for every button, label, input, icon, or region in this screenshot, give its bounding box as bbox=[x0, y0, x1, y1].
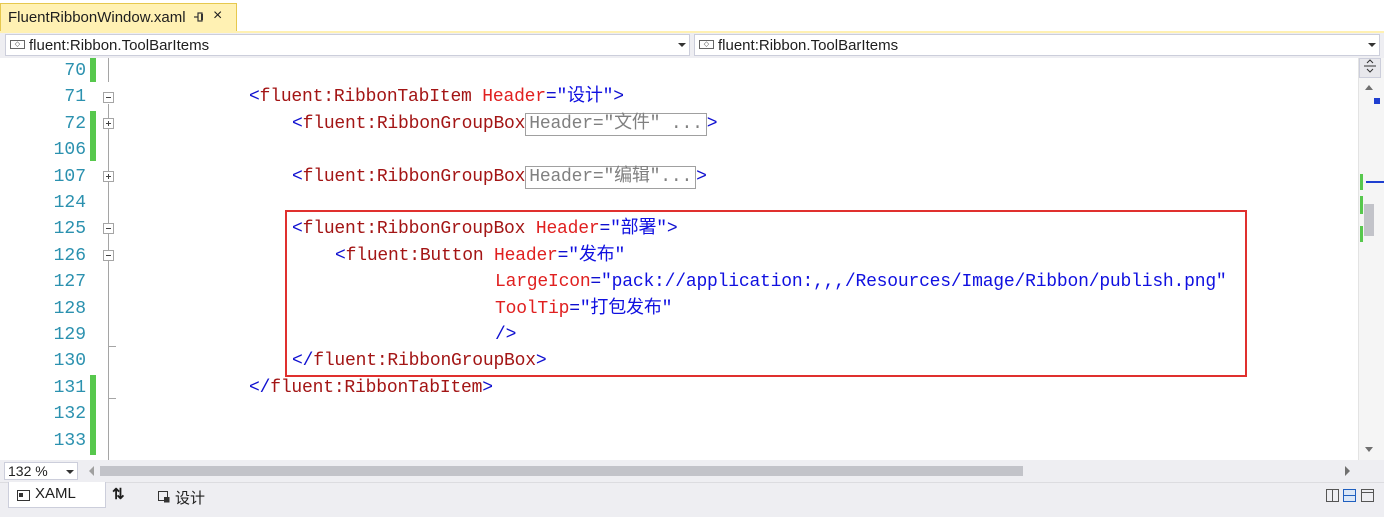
line-number: 128 bbox=[53, 299, 86, 319]
scroll-right-icon[interactable] bbox=[1345, 466, 1350, 476]
scroll-down-icon[interactable] bbox=[1365, 447, 1373, 452]
swap-panes-icon[interactable]: ⇅ bbox=[112, 485, 125, 503]
collapse-pane-icon[interactable] bbox=[1361, 489, 1374, 502]
outline-guide bbox=[108, 104, 109, 460]
split-icon bbox=[1364, 59, 1376, 73]
line-number: 107 bbox=[53, 167, 86, 187]
xaml-file-icon bbox=[17, 490, 30, 501]
scroll-up-icon[interactable] bbox=[1365, 85, 1373, 90]
tab-xaml[interactable]: XAML bbox=[8, 482, 106, 508]
vertical-split-icon[interactable] bbox=[1326, 489, 1339, 502]
outline-guide bbox=[108, 58, 109, 82]
change-marker bbox=[90, 58, 96, 82]
line-number: 129 bbox=[53, 325, 86, 345]
line-number: 130 bbox=[53, 351, 86, 371]
zoom-dropdown[interactable]: 132 % bbox=[4, 462, 78, 480]
split-view-button[interactable] bbox=[1359, 58, 1381, 78]
line-number: 131 bbox=[53, 378, 86, 398]
change-marker bbox=[90, 375, 96, 455]
document-tab[interactable]: FluentRibbonWindow.xaml × bbox=[0, 3, 237, 31]
horizontal-split-icon[interactable] bbox=[1343, 489, 1356, 502]
caret-overview-marker bbox=[1366, 181, 1384, 183]
highlight-box bbox=[285, 210, 1247, 377]
expand-icon[interactable] bbox=[103, 171, 114, 182]
close-tab-icon[interactable]: × bbox=[213, 8, 227, 24]
document-tab-title: FluentRibbonWindow.xaml bbox=[8, 9, 186, 26]
line-number: 127 bbox=[53, 272, 86, 292]
line-number: 72 bbox=[64, 114, 86, 134]
code-line-71[interactable]: <fluent:RibbonTabItem Header="设计"> bbox=[249, 84, 624, 110]
element-icon: ◇ bbox=[699, 40, 714, 49]
design-view-icon bbox=[158, 491, 170, 503]
line-number: 133 bbox=[53, 431, 86, 451]
horizontal-scroll-thumb[interactable] bbox=[100, 466, 1023, 476]
line-number: 124 bbox=[53, 193, 86, 213]
collapse-icon[interactable] bbox=[103, 92, 114, 103]
collapse-icon[interactable] bbox=[103, 250, 114, 261]
tab-design[interactable]: 设计 bbox=[154, 485, 214, 509]
code-line-107[interactable]: <fluent:RibbonGroupBox Header="编辑"... > bbox=[292, 164, 707, 190]
outline-tick bbox=[108, 346, 116, 347]
tab-xaml-label: XAML bbox=[35, 485, 76, 502]
line-number: 132 bbox=[53, 404, 86, 424]
line-number: 70 bbox=[64, 61, 86, 81]
code-line-72[interactable]: <fluent:RibbonGroupBox Header="文件" ... > bbox=[292, 111, 717, 137]
change-overview-marker bbox=[1360, 226, 1363, 242]
element-icon: ◇ bbox=[10, 40, 25, 49]
member-scope-value: fluent:Ribbon.ToolBarItems bbox=[718, 37, 899, 54]
scroll-left-icon[interactable] bbox=[89, 466, 94, 476]
code-line-131[interactable]: </fluent:RibbonTabItem> bbox=[249, 375, 493, 401]
pin-icon[interactable] bbox=[187, 6, 209, 28]
zoom-value: 132 % bbox=[8, 463, 48, 479]
outline-tick bbox=[108, 398, 116, 399]
change-overview-marker bbox=[1360, 196, 1363, 214]
scroll-thumb[interactable] bbox=[1364, 204, 1374, 236]
change-overview-marker bbox=[1360, 174, 1363, 190]
editor-left-margin bbox=[0, 58, 33, 460]
vertical-scrollbar[interactable] bbox=[1358, 58, 1384, 460]
line-number: 126 bbox=[53, 246, 86, 266]
chevron-down-icon bbox=[678, 43, 686, 47]
type-scope-dropdown[interactable]: ◇ fluent:Ribbon.ToolBarItems bbox=[5, 34, 690, 56]
change-marker bbox=[90, 111, 96, 161]
collapsed-region[interactable]: Header="文件" ... bbox=[525, 113, 707, 136]
member-scope-dropdown[interactable]: ◇ fluent:Ribbon.ToolBarItems bbox=[694, 34, 1380, 56]
chevron-down-icon bbox=[66, 470, 74, 474]
collapse-icon[interactable] bbox=[103, 223, 114, 234]
line-number: 71 bbox=[64, 87, 86, 107]
line-number: 125 bbox=[53, 219, 86, 239]
type-scope-value: fluent:Ribbon.ToolBarItems bbox=[29, 37, 210, 54]
collapsed-region[interactable]: Header="编辑"... bbox=[525, 166, 697, 189]
line-number: 106 bbox=[53, 140, 86, 160]
tab-design-label: 设计 bbox=[175, 490, 206, 507]
navigation-bar: ◇ fluent:Ribbon.ToolBarItems ◇ fluent:Ri… bbox=[0, 33, 1384, 58]
chevron-down-icon bbox=[1368, 43, 1376, 47]
caret-marker bbox=[1374, 98, 1380, 104]
expand-icon[interactable] bbox=[103, 118, 114, 129]
